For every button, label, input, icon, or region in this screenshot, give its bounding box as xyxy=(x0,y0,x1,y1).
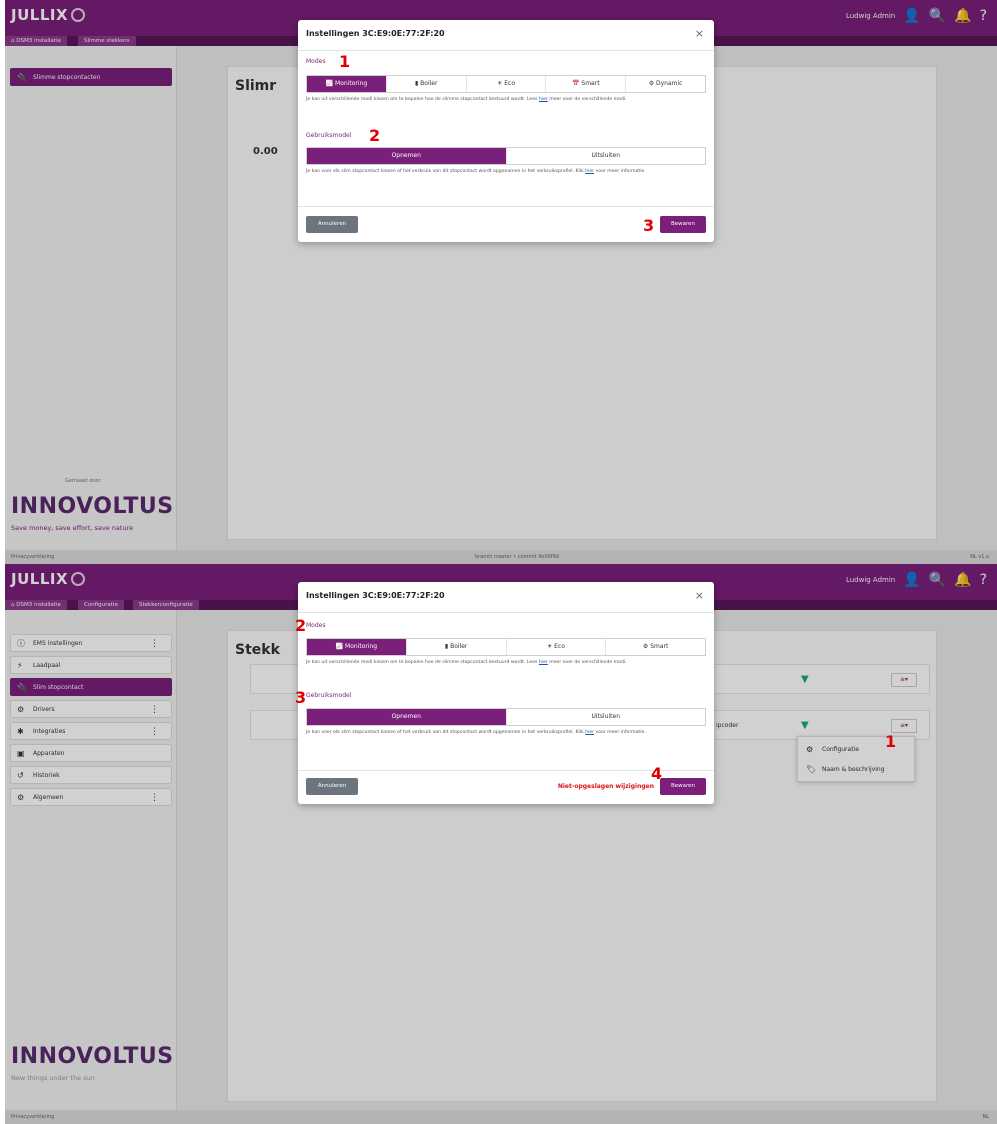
usage-selector: Opnemen Uitsluiten xyxy=(306,708,706,726)
modes-selector: 📈 Monitoring ▮ Boiler ☀ Eco ⚙ Smart xyxy=(306,638,706,656)
boiler-icon: ▮ xyxy=(444,643,449,650)
calendar-icon: 📅 xyxy=(572,80,580,87)
save-button[interactable]: Bewaren xyxy=(660,216,706,233)
usage-help: Je kan voor elk slim stopcontact kiezen … xyxy=(306,730,646,735)
mode-monitoring[interactable]: 📈 Monitoring xyxy=(307,639,407,655)
modal-divider xyxy=(298,50,714,51)
usage-include[interactable]: Opnemen xyxy=(307,709,507,725)
annotation-3: 3 xyxy=(643,216,655,235)
annotation-1: 1 xyxy=(339,52,351,71)
boiler-icon: ▮ xyxy=(414,80,419,87)
mode-smart[interactable]: ⚙ Smart xyxy=(606,639,705,655)
mode-dynamic[interactable]: ⚙ Dynamic xyxy=(626,76,705,92)
usage-help-link[interactable]: hier xyxy=(585,730,594,735)
dynamic-icon: ⚙ xyxy=(648,80,655,87)
usage-help-link[interactable]: hier xyxy=(585,169,594,174)
usage-selector: Opnemen Uitsluiten xyxy=(306,147,706,165)
cancel-button[interactable]: Annuleren xyxy=(306,216,358,233)
mode-eco[interactable]: ☀ Eco xyxy=(507,639,607,655)
modal-divider xyxy=(298,612,714,613)
annotation-4: 4 xyxy=(651,764,663,783)
modes-help: Je kan uit verschillende modi kiezen om … xyxy=(306,660,627,665)
usage-help: Je kan voor elk slim stopcontact kiezen … xyxy=(306,169,646,174)
mode-monitoring[interactable]: 📈 Monitoring xyxy=(307,76,387,92)
close-icon[interactable]: × xyxy=(695,589,704,602)
usage-exclude[interactable]: Uitsluiten xyxy=(507,709,706,725)
usage-label: Gebruiksmodel xyxy=(306,692,352,699)
unsaved-changes-text: Niet-opgeslagen wijzigingen xyxy=(557,783,654,790)
solar-icon: ☀ xyxy=(546,643,553,650)
screenshot-panel-2: JULLIX Ludwig Admin 👤 🔍 🔔 ? ⌂ DSM3 insta… xyxy=(5,564,997,1124)
mode-boiler[interactable]: ▮ Boiler xyxy=(387,76,467,92)
modal-footer-divider xyxy=(298,206,714,207)
cancel-button[interactable]: Annuleren xyxy=(306,778,358,795)
annotation-1: 1 xyxy=(885,732,897,751)
chart-line-icon: 📈 xyxy=(335,643,344,650)
save-button[interactable]: Bewaren xyxy=(660,778,706,795)
modes-selector: 📈 Monitoring ▮ Boiler ☀ Eco 📅 Smart ⚙ Dy… xyxy=(306,75,706,93)
close-icon[interactable]: × xyxy=(695,27,704,40)
mode-boiler[interactable]: ▮ Boiler xyxy=(407,639,507,655)
usage-label: Gebruiksmodel xyxy=(306,132,352,139)
modal-title: Instellingen 3C:E9:0E:77:2F:20 xyxy=(306,29,445,38)
dynamic-icon: ⚙ xyxy=(642,643,649,650)
modes-help: Je kan uit verschillende modi kiezen om … xyxy=(306,97,627,102)
solar-icon: ☀ xyxy=(496,80,503,87)
mode-smart[interactable]: 📅 Smart xyxy=(546,76,627,92)
modes-label: Modes xyxy=(306,58,326,65)
modal-title: Instellingen 3C:E9:0E:77:2F:20 xyxy=(306,591,445,600)
screenshot-panel-1: JULLIX Ludwig Admin 👤 🔍 🔔 ? ⌂ DSM3 insta… xyxy=(5,0,997,564)
usage-include[interactable]: Opnemen xyxy=(307,148,507,164)
settings-modal: Instellingen 3C:E9:0E:77:2F:20 × Modes 📈… xyxy=(298,20,714,242)
modes-help-link[interactable]: hier xyxy=(539,97,548,102)
modes-help-link[interactable]: hier xyxy=(539,660,548,665)
usage-exclude[interactable]: Uitsluiten xyxy=(507,148,706,164)
annotation-2: 2 xyxy=(369,126,381,145)
modes-label: Modes xyxy=(306,622,326,629)
annotation-3: 3 xyxy=(295,688,307,707)
annotation-2: 2 xyxy=(295,616,307,635)
chart-line-icon: 📈 xyxy=(325,80,334,87)
mode-eco[interactable]: ☀ Eco xyxy=(467,76,547,92)
